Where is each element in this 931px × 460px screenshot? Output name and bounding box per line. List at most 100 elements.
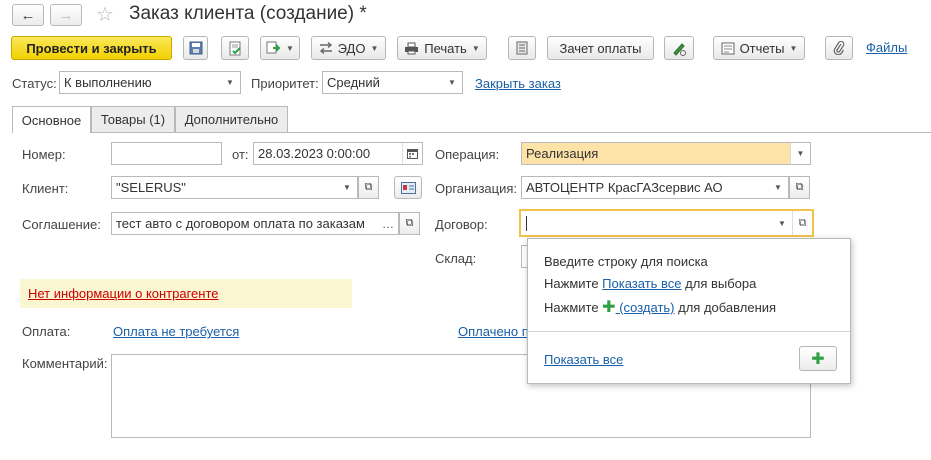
calendar-icon[interactable] <box>402 143 422 164</box>
number-input[interactable] <box>111 142 222 165</box>
post-button[interactable] <box>221 36 249 60</box>
counterparty-warning[interactable]: Нет информации о контрагенте <box>20 279 352 308</box>
paperclip-icon <box>833 41 845 55</box>
reports-button[interactable]: Отчеты ▼ <box>713 36 805 60</box>
paid-link[interactable]: Оплачено п <box>458 324 529 339</box>
chevron-down-icon: ▼ <box>789 43 798 53</box>
contact-card-icon <box>400 181 416 194</box>
tab-main[interactable]: Основное <box>12 106 91 133</box>
organization-input[interactable]: АВТОЦЕНТР КрасГАЗсервис АО ▼ <box>521 176 789 199</box>
pen-signature-icon <box>673 42 686 56</box>
popup-hint-create: Нажмите ✚ (создать) для добавления <box>544 297 776 317</box>
chevron-down-icon[interactable]: ▼ <box>790 143 810 164</box>
popup-add-button[interactable]: ✚ <box>799 346 837 371</box>
chevron-down-icon: ▼ <box>471 43 480 53</box>
priority-select[interactable]: Средний ▼ <box>322 71 463 94</box>
operation-label: Операция: <box>435 147 500 162</box>
popup-hint-select-prefix: Нажмите <box>544 276 603 291</box>
agreement-input[interactable]: тест авто с договором оплата по заказам … <box>111 212 399 235</box>
date-input[interactable]: 28.03.2023 0:00:00 <box>253 142 423 165</box>
payment-link[interactable]: Оплата не требуется <box>113 324 239 339</box>
organization-open-button[interactable]: ⧉ <box>789 176 810 199</box>
agreement-value: тест авто с договором оплата по заказам <box>116 216 365 231</box>
organization-label: Организация: <box>435 181 518 196</box>
forward-button[interactable]: → <box>50 4 82 26</box>
open-window-icon: ⧉ <box>405 217 414 229</box>
tab-additional[interactable]: Дополнительно <box>175 106 288 132</box>
payment-offset-button[interactable]: Зачет оплаты <box>547 36 654 60</box>
tab-goods[interactable]: Товары (1) <box>91 106 175 132</box>
agreement-open-button[interactable]: ⧉ <box>399 212 420 235</box>
number-label: Номер: <box>22 147 66 162</box>
more-dots-icon[interactable]: … <box>378 213 398 234</box>
create-based-on-button[interactable]: ▼ <box>260 36 300 60</box>
popup-hint-select-suffix: для выбора <box>681 276 757 291</box>
date-label: от: <box>232 147 249 162</box>
chevron-down-icon[interactable]: ▼ <box>337 177 357 198</box>
tab-additional-label: Дополнительно <box>184 112 279 127</box>
sign-button[interactable] <box>664 36 694 60</box>
plus-icon: ✚ <box>811 350 825 368</box>
priority-value: Средний <box>327 75 380 90</box>
operation-select[interactable]: Реализация ▼ <box>521 142 811 165</box>
contract-value <box>521 215 772 231</box>
edo-label: ЭДО <box>337 40 366 56</box>
chevron-down-icon: ▼ <box>286 43 294 53</box>
contract-dropdown-popup: Введите строку для поиска Нажмите Показа… <box>527 238 851 384</box>
edo-icon <box>319 42 332 54</box>
tab-goods-label: Товары (1) <box>100 112 166 127</box>
print-button[interactable]: Печать ▼ <box>397 36 487 60</box>
document-journal-button[interactable] <box>508 36 536 60</box>
chevron-down-icon[interactable]: ▼ <box>772 211 792 235</box>
client-open-button[interactable]: ⧉ <box>358 176 379 199</box>
post-document-icon <box>229 41 241 55</box>
attach-button[interactable] <box>825 36 853 60</box>
edo-button[interactable]: ЭДО ▼ <box>311 36 386 60</box>
favorite-star-icon[interactable]: ☆ <box>96 2 114 27</box>
popup-show-all-link[interactable]: Показать все <box>544 352 623 367</box>
reports-icon <box>721 42 735 54</box>
save-button[interactable] <box>183 36 208 60</box>
chevron-down-icon[interactable]: ▼ <box>442 72 462 93</box>
popup-hint-create-suffix: для добавления <box>674 300 777 315</box>
popup-hint-create-prefix: Нажмите <box>544 300 603 315</box>
plus-icon: ✚ <box>602 299 616 316</box>
chevron-down-icon[interactable]: ▼ <box>768 177 788 198</box>
client-label: Клиент: <box>22 181 69 196</box>
priority-label: Приоритет: <box>251 76 319 91</box>
client-card-button[interactable] <box>394 176 422 199</box>
status-label: Статус: <box>12 76 57 91</box>
popup-create-link[interactable]: (создать) <box>616 300 674 315</box>
tab-divider <box>12 132 931 133</box>
payment-label: Оплата: <box>22 324 71 339</box>
organization-value: АВТОЦЕНТР КрасГАЗсервис АО <box>526 180 723 195</box>
popup-show-all-inline-link[interactable]: Показать все <box>602 276 681 291</box>
reports-label: Отчеты <box>739 40 785 56</box>
print-label: Печать <box>424 40 467 56</box>
post-and-close-label: Провести и закрыть <box>26 40 157 56</box>
journal-icon <box>516 41 528 55</box>
files-link[interactable]: Файлы <box>866 40 907 55</box>
create-based-on-icon <box>266 41 281 54</box>
open-window-icon[interactable]: ⧉ <box>792 211 812 235</box>
popup-hint-search: Введите строку для поиска <box>544 254 708 269</box>
warehouse-label: Склад: <box>435 251 477 266</box>
status-select[interactable]: К выполнению ▼ <box>59 71 241 94</box>
client-value: "SELERUS" <box>116 180 186 195</box>
arrow-left-icon: ← <box>20 6 36 24</box>
open-window-icon: ⧉ <box>795 181 804 193</box>
client-input[interactable]: "SELERUS" ▼ <box>111 176 358 199</box>
arrow-right-icon: → <box>58 6 74 24</box>
back-button[interactable]: ← <box>12 4 44 26</box>
close-order-link[interactable]: Закрыть заказ <box>475 76 561 91</box>
status-value: К выполнению <box>64 75 152 90</box>
contract-label: Договор: <box>435 217 488 232</box>
post-and-close-button[interactable]: Провести и закрыть <box>11 36 172 60</box>
chevron-down-icon[interactable]: ▼ <box>220 72 240 93</box>
page-title: Заказ клиента (создание) * <box>129 3 367 24</box>
chevron-down-icon: ▼ <box>370 43 379 53</box>
warning-text[interactable]: Нет информации о контрагенте <box>28 286 219 301</box>
printer-icon <box>405 42 419 54</box>
contract-input[interactable]: ▼ ⧉ <box>519 209 814 237</box>
comment-label: Комментарий: <box>22 356 108 371</box>
